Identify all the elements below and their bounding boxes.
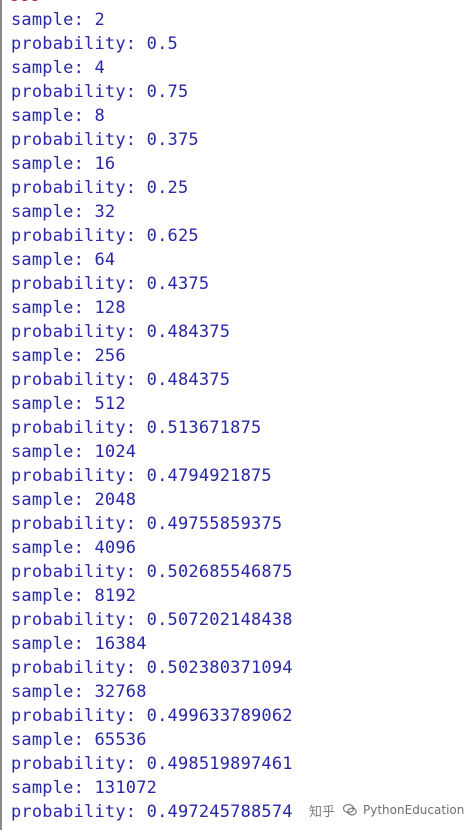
output-line: probability: 0.498519897461 [11, 754, 293, 774]
output-line: probability: 0.499633789062 [11, 706, 293, 726]
output-line: probability: 0.49755859375 [11, 514, 283, 534]
output-line: probability: 0.5 [11, 34, 178, 54]
output-line: sample: 64 [11, 250, 116, 270]
output-line: sample: 8192 [11, 586, 137, 606]
output-line: sample: 2048 [11, 490, 137, 510]
output-line: sample: 1024 [11, 442, 137, 462]
console-output: 999 sample: 2 probability: 0.5 sample: 4 pr… [0, 0, 476, 830]
output-line: sample: 32768 [11, 682, 147, 702]
wechat-icon [342, 803, 357, 817]
output-line: probability: 0.507202148438 [11, 610, 293, 630]
output-line: probability: 0.25 [11, 178, 189, 198]
output-line: probability: 0.625 [11, 226, 199, 246]
output-line: sample: 128 [11, 298, 126, 318]
output-line: probability: 0.502685546875 [11, 562, 293, 582]
output-line: sample: 131072 [11, 778, 158, 798]
output-line: probability: 0.375 [11, 130, 199, 150]
watermark: 知乎 PythonEducation [309, 797, 464, 823]
output-line: sample: 256 [11, 346, 126, 366]
output-line: probability: 0.502380371094 [11, 658, 293, 678]
output-line: sample: 16384 [11, 634, 147, 654]
clipped-output-line: 999 [10, 0, 41, 5]
output-line: sample: 2 [11, 10, 105, 30]
output-line: probability: 0.484375 [11, 370, 231, 390]
output-line: sample: 65536 [11, 730, 147, 750]
output-line: sample: 4096 [11, 538, 137, 558]
output-line: probability: 0.75 [11, 82, 189, 102]
output-line: probability: 0.4794921875 [11, 466, 272, 486]
output-line: sample: 16 [11, 154, 116, 174]
output-line: probability: 0.4375 [11, 274, 210, 294]
output-line: probability: 0.484375 [11, 322, 231, 342]
output-line: sample: 32 [11, 202, 116, 222]
watermark-logo: 知乎 [309, 804, 336, 820]
output-line: sample: 512 [11, 394, 126, 414]
output-lines: sample: 2 probability: 0.5 sample: 4 probab… [11, 8, 293, 824]
output-line: probability: 0.497245788574 [11, 802, 293, 822]
watermark-text: PythonEducation [363, 803, 465, 817]
output-line: sample: 4 [11, 58, 105, 78]
output-line: sample: 8 [11, 106, 105, 126]
output-line: probability: 0.513671875 [11, 418, 262, 438]
